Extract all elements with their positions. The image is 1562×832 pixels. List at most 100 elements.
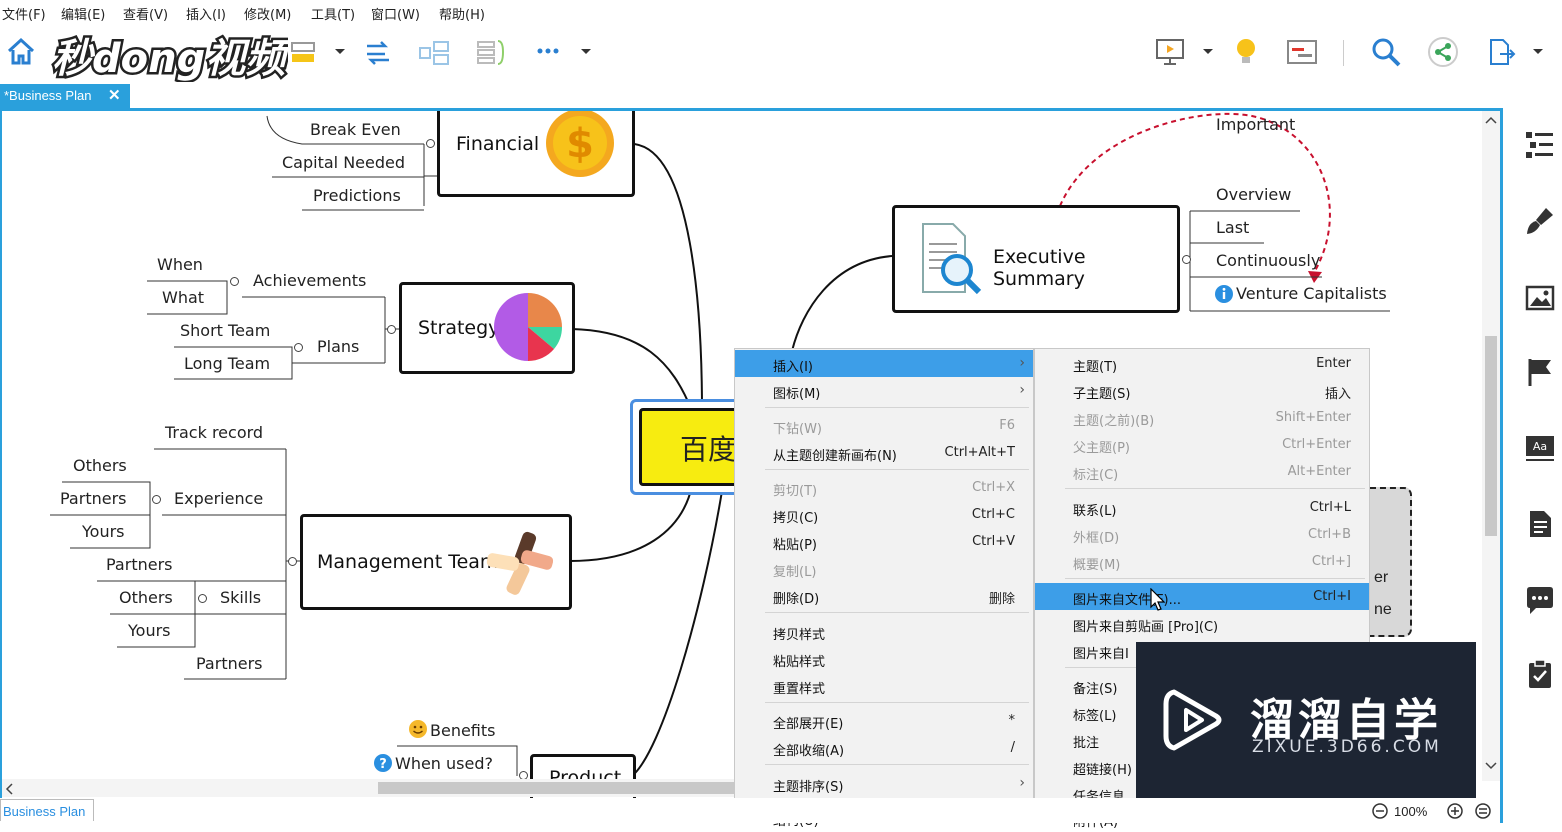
image-icon[interactable] (1524, 282, 1556, 314)
menu-item-duplicate[interactable]: 复制(L) (735, 555, 1033, 582)
collapse-knob[interactable] (198, 594, 207, 603)
node-yours[interactable]: Yours (128, 621, 171, 640)
dropdown-icon[interactable] (334, 46, 346, 58)
idea-icon[interactable] (1232, 36, 1260, 68)
menu-item-reset-style[interactable]: 重置样式 (735, 672, 1033, 699)
node-long-team[interactable]: Long Team (184, 354, 270, 373)
node-predictions[interactable]: Predictions (313, 186, 401, 205)
task-clipboard-icon[interactable] (1524, 658, 1556, 690)
submenu-item-callout[interactable]: 标注(C) Alt+Enter (1035, 458, 1369, 485)
node-partners[interactable]: Partners (196, 654, 262, 673)
tab-business-plan[interactable]: *Business Plan ✕ (0, 84, 130, 108)
node-plans[interactable]: Plans (317, 337, 359, 356)
scroll-left-icon[interactable] (4, 783, 14, 795)
submenu-item-boundary[interactable]: 外框(D) Ctrl+B (1035, 521, 1369, 548)
node-achievements[interactable]: Achievements (253, 271, 366, 290)
submenu-item-image-from-clipart[interactable]: 图片来自剪贴画 [Pro](C) (1035, 610, 1369, 637)
submenu-item-topic[interactable]: 主题(T) Enter (1035, 350, 1369, 377)
submenu-item-topic-before[interactable]: 主题(之前)(B) Shift+Enter (1035, 404, 1369, 431)
submenu-item-relationship[interactable]: 联系(L) Ctrl+L (1035, 494, 1369, 521)
collapse-knob[interactable] (288, 557, 297, 566)
menu-item-copy-style[interactable]: 拷贝样式 (735, 618, 1033, 645)
zoom-out-icon[interactable] (1372, 803, 1388, 819)
boundary-icon[interactable] (418, 38, 450, 68)
sheet-tab[interactable]: Business Plan (0, 799, 94, 821)
node-capital-needed[interactable]: Capital Needed (282, 153, 405, 172)
gantt-icon[interactable] (1286, 38, 1318, 68)
submenu-item-image-from-file[interactable]: 图片来自文件(F)... Ctrl+I (1035, 583, 1369, 610)
collapse-knob[interactable] (426, 139, 435, 148)
layout-icon[interactable] (290, 40, 316, 66)
horizontal-scrollbar[interactable] (2, 779, 742, 797)
node-experience[interactable]: Experience (174, 489, 263, 508)
search-icon[interactable] (1370, 36, 1402, 68)
node-continuously[interactable]: Continuously (1216, 251, 1320, 270)
menu-edit[interactable]: 编辑(E) (61, 4, 105, 23)
text-style-icon[interactable]: Aa (1524, 432, 1556, 464)
tab-close-icon[interactable]: ✕ (108, 86, 121, 104)
dropdown-icon[interactable] (1202, 46, 1214, 58)
presentation-icon[interactable] (1154, 36, 1186, 68)
topic-management-team[interactable]: Management Team (300, 514, 572, 610)
menu-item-paste[interactable]: 粘贴(P) Ctrl+V (735, 528, 1033, 555)
node-partners[interactable]: Partners (106, 555, 172, 574)
fit-map-icon[interactable] (1475, 803, 1491, 819)
comment-icon[interactable] (1524, 584, 1556, 616)
node-break-even[interactable]: Break Even (310, 120, 401, 139)
collapse-knob[interactable] (152, 495, 161, 504)
node-others[interactable]: Others (119, 588, 173, 607)
menu-modify[interactable]: 修改(M) (244, 4, 291, 23)
submenu-item-subtopic[interactable]: 子主题(S) 插入 (1035, 377, 1369, 404)
collapse-knob[interactable] (230, 277, 239, 286)
collapse-knob[interactable] (294, 343, 303, 352)
outline-icon[interactable] (1524, 128, 1556, 160)
collapse-knob[interactable] (387, 325, 396, 334)
scrollbar-thumb[interactable] (378, 782, 738, 794)
topic-financial[interactable]: Financial $ (437, 111, 635, 197)
more-icon[interactable] (536, 46, 562, 56)
node-track-record[interactable]: Track record (165, 423, 263, 442)
scroll-up-icon[interactable] (1485, 115, 1497, 125)
notes-icon[interactable] (1524, 508, 1556, 540)
node-what[interactable]: What (162, 288, 204, 307)
node-when-used[interactable]: When used? (395, 754, 493, 773)
menu-file[interactable]: 文件(F) (2, 4, 46, 23)
topic-strategy[interactable]: Strategy (399, 282, 575, 374)
node-last[interactable]: Last (1216, 218, 1249, 237)
relationship-label[interactable]: Important (1216, 115, 1295, 134)
node-benefits[interactable]: Benefits (430, 721, 496, 740)
menu-item-delete[interactable]: 删除(D) 删除 (735, 582, 1033, 609)
node-skills[interactable]: Skills (220, 588, 261, 607)
node-overview[interactable]: Overview (1216, 185, 1291, 204)
node-venture-capitalists[interactable]: Venture Capitalists (1236, 284, 1387, 303)
relationship-icon[interactable] (363, 38, 393, 68)
format-brush-icon[interactable] (1524, 205, 1556, 237)
home-icon[interactable] (6, 36, 36, 66)
node-others[interactable]: Others (73, 456, 127, 475)
menu-item-drill-down[interactable]: 下钻(W) F6 (735, 412, 1033, 439)
menu-window[interactable]: 窗口(W) (371, 4, 420, 23)
menu-help[interactable]: 帮助(H) (439, 4, 485, 23)
node-when[interactable]: When (157, 255, 203, 274)
vertical-scrollbar[interactable] (1482, 111, 1500, 781)
menu-item-new-sheet-from-topic[interactable]: 从主题创建新画布(N) Ctrl+Alt+T (735, 439, 1033, 466)
menu-item-copy[interactable]: 拷贝(C) Ctrl+C (735, 501, 1033, 528)
menu-tools[interactable]: 工具(T) (311, 4, 355, 23)
menu-item-sort-topics[interactable]: 主题排序(S) › (735, 770, 1033, 797)
dropdown-icon[interactable] (580, 46, 592, 58)
collapse-knob[interactable] (1182, 255, 1191, 264)
share-icon[interactable] (1427, 36, 1459, 68)
topic-executive-summary[interactable]: Executive Summary (892, 205, 1180, 313)
scrollbar-thumb[interactable] (1485, 336, 1497, 536)
zoom-level[interactable]: 100% (1394, 804, 1427, 819)
menu-item-cut[interactable]: 剪切(T) Ctrl+X (735, 474, 1033, 501)
scroll-down-icon[interactable] (1485, 761, 1497, 771)
menu-item-insert[interactable]: 插入(I) › (735, 350, 1033, 377)
export-icon[interactable] (1486, 36, 1518, 68)
dropdown-icon[interactable] (1532, 46, 1544, 58)
menu-item-expand-all[interactable]: 全部展开(E) * (735, 707, 1033, 734)
menu-view[interactable]: 查看(V) (123, 4, 168, 23)
menu-item-icon[interactable]: 图标(M) › (735, 377, 1033, 404)
node-yours[interactable]: Yours (82, 522, 125, 541)
menu-insert[interactable]: 插入(I) (186, 4, 226, 23)
